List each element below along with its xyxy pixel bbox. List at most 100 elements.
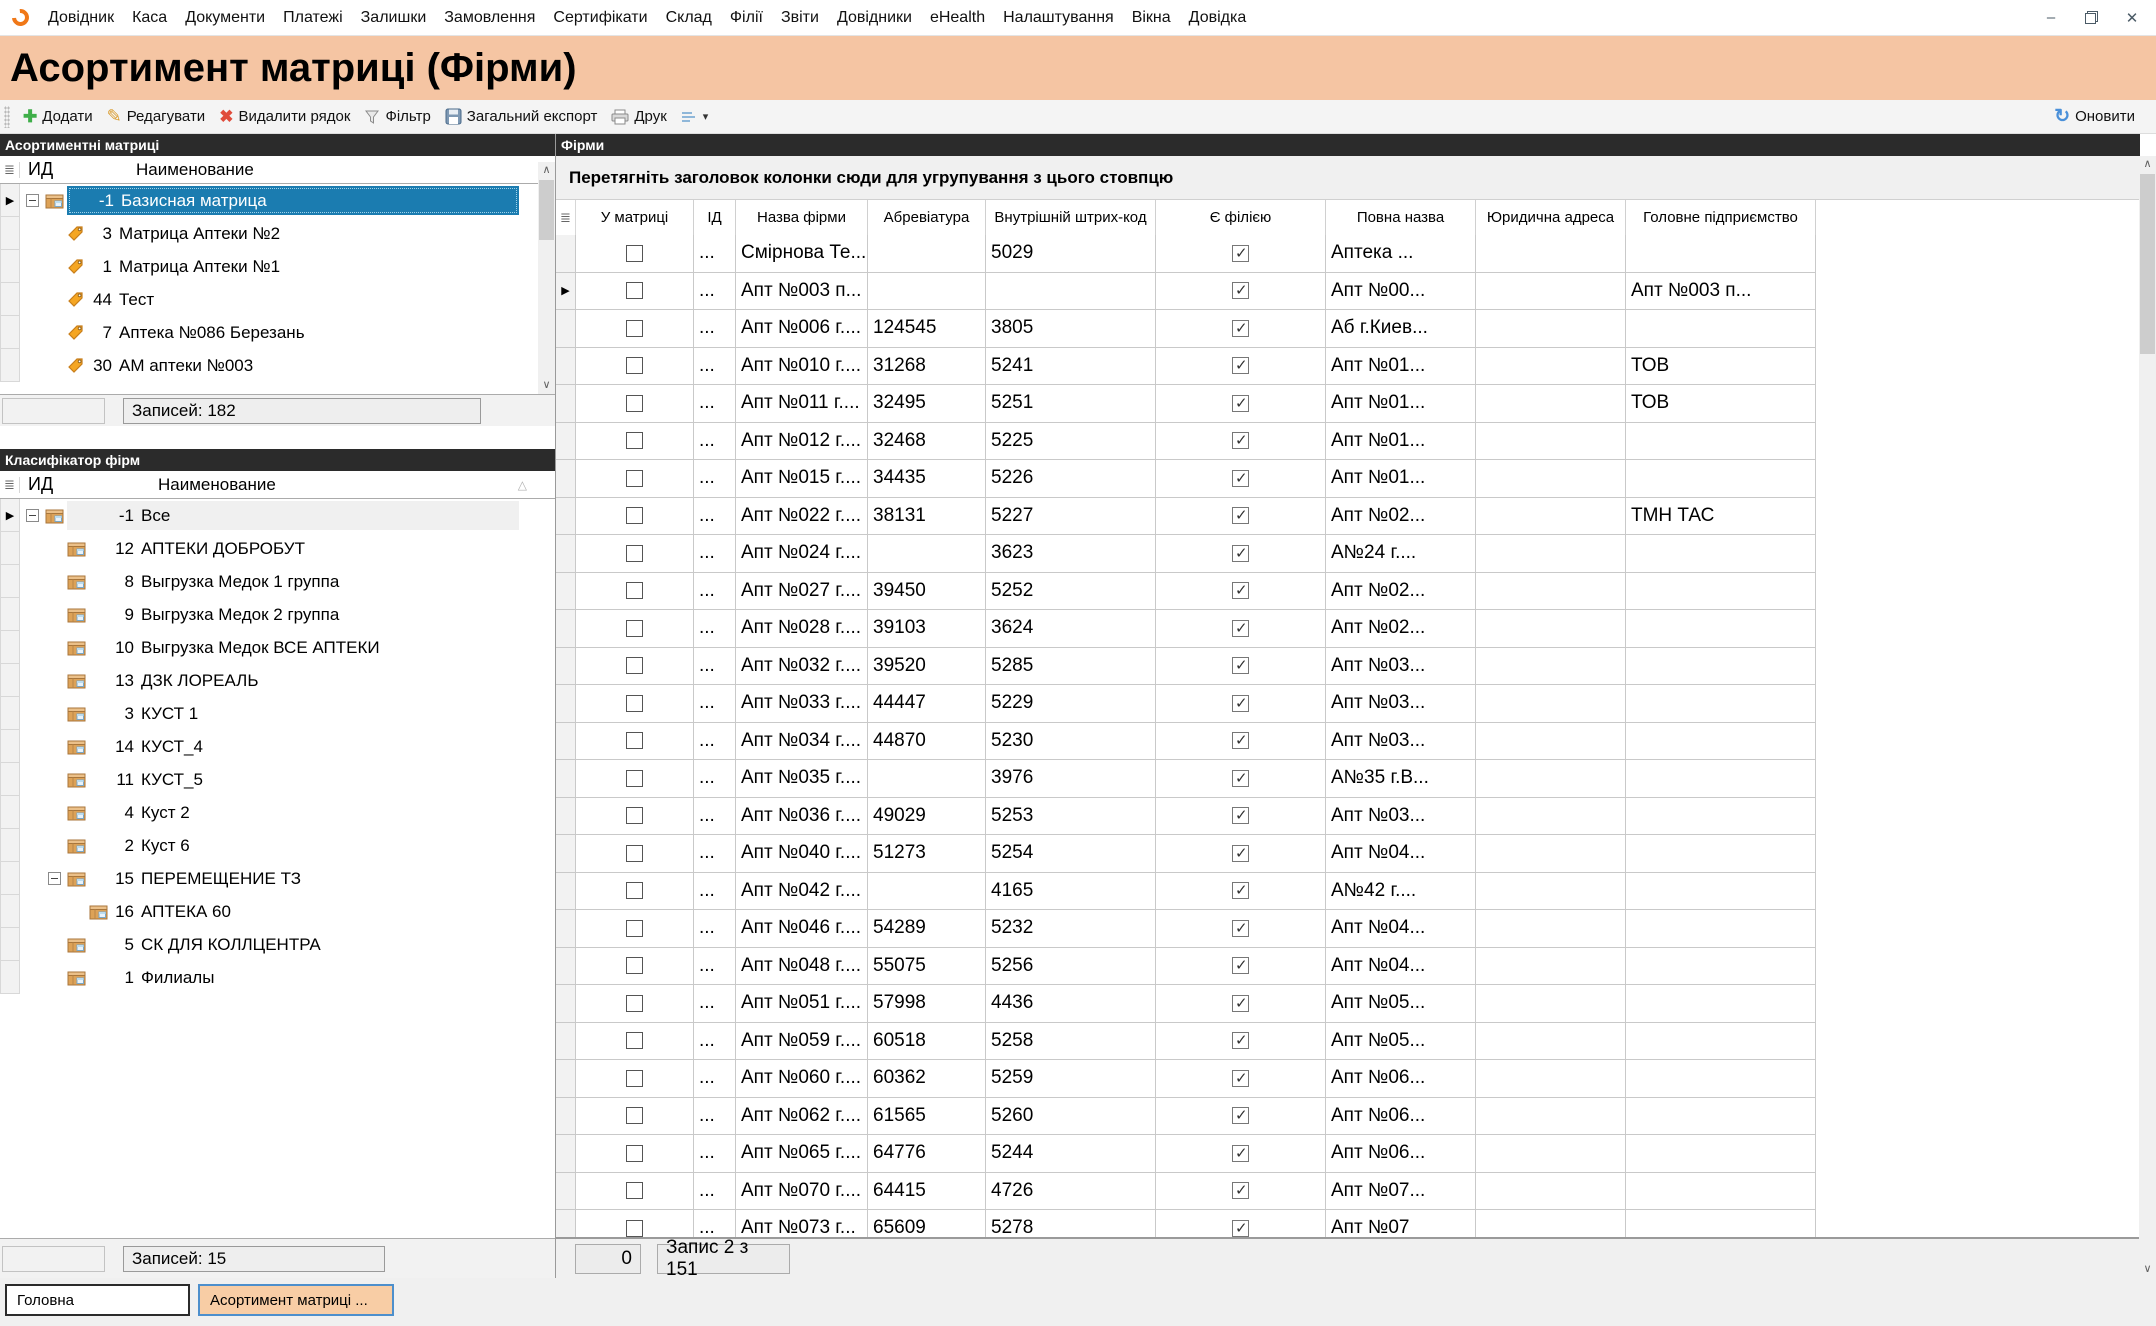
checkbox-checked[interactable] (1232, 882, 1249, 899)
add-button[interactable]: ✚ Додати (16, 103, 100, 131)
cell-id-ellipsis-button[interactable]: ... (694, 760, 736, 798)
menu-item-3[interactable]: Платежі (274, 3, 352, 33)
checkbox-checked[interactable] (1232, 1107, 1249, 1124)
cell-id-ellipsis-button[interactable]: ... (694, 1060, 736, 1098)
checkbox-unchecked[interactable] (626, 1220, 643, 1237)
cell-id-ellipsis-button[interactable]: ... (694, 835, 736, 873)
tree-item-label[interactable]: 1Филиалы (89, 963, 519, 992)
matrices-scrollbar[interactable]: ∧ ∨ (538, 162, 555, 394)
menu-item-5[interactable]: Замовлення (435, 3, 544, 33)
tree-row-6[interactable]: 3КУСТ 1 (0, 697, 555, 730)
grid-row-15[interactable]: ...Апт №036 г....490295253Апт №03... (556, 798, 2120, 836)
checkbox-unchecked[interactable] (626, 282, 643, 299)
cell-id-ellipsis-button[interactable]: ... (694, 235, 736, 273)
checkbox-unchecked[interactable] (626, 1032, 643, 1049)
grid-row-23[interactable]: ...Апт №062 г....615655260Апт №06... (556, 1098, 2120, 1136)
toolbar-grip[interactable] (4, 106, 10, 128)
cell-id-ellipsis-button[interactable]: ... (694, 648, 736, 686)
grid-row-10[interactable]: ...Апт №028 г....391033624Апт №02... (556, 610, 2120, 648)
checkbox-unchecked[interactable] (626, 770, 643, 787)
column-chooser-icon[interactable]: ≣ (556, 200, 576, 235)
checkbox-checked[interactable] (1232, 1182, 1249, 1199)
minimize-button[interactable]: – (2043, 9, 2059, 26)
checkbox-checked[interactable] (1232, 1220, 1249, 1237)
checkbox-checked[interactable] (1232, 657, 1249, 674)
checkbox-checked[interactable] (1232, 470, 1249, 487)
menu-item-4[interactable]: Залишки (352, 3, 436, 33)
checkbox-unchecked[interactable] (626, 545, 643, 562)
menu-item-8[interactable]: Філії (721, 3, 772, 33)
cell-id-ellipsis-button[interactable]: ... (694, 798, 736, 836)
tree-item-label[interactable]: 2Куст 6 (89, 831, 519, 860)
checkbox-unchecked[interactable] (626, 245, 643, 262)
grid-row-3[interactable]: ...Апт №010 г....312685241Апт №01...ТОВ (556, 348, 2120, 386)
grid-row-0[interactable]: ...Смірнова Те...5029Аптека ... (556, 235, 2120, 273)
grid-row-1[interactable]: ▶...Апт №003 п...Апт №00...Апт №003 п... (556, 273, 2120, 311)
print-button[interactable]: Друк (604, 104, 673, 129)
checkbox-unchecked[interactable] (626, 995, 643, 1012)
checkbox-checked[interactable] (1232, 357, 1249, 374)
menu-item-9[interactable]: Звіти (772, 3, 828, 33)
menu-item-0[interactable]: Довідник (39, 3, 123, 33)
scroll-thumb[interactable] (539, 180, 554, 240)
tab-assortment-matrix[interactable]: Асортимент матриці ... (198, 1284, 394, 1316)
menu-item-14[interactable]: Довідка (1180, 3, 1256, 33)
checkbox-unchecked[interactable] (626, 1182, 643, 1199)
grid-row-21[interactable]: ...Апт №059 г....605185258Апт №05... (556, 1023, 2120, 1061)
tree-row-1[interactable]: 3Матрица Аптеки №2 (0, 217, 555, 250)
tree-item-label[interactable]: -1Все (67, 501, 519, 530)
checkbox-checked[interactable] (1232, 1070, 1249, 1087)
scroll-down-icon[interactable]: ∨ (2139, 1261, 2156, 1278)
tree-row-2[interactable]: 8Выгрузка Медок 1 группа (0, 565, 555, 598)
checkbox-unchecked[interactable] (626, 395, 643, 412)
refresh-button[interactable]: ↻ Оновити (2047, 101, 2142, 132)
checkbox-checked[interactable] (1232, 582, 1249, 599)
column-id[interactable]: ИД (20, 474, 96, 495)
cell-id-ellipsis-button[interactable]: ... (694, 685, 736, 723)
checkbox-unchecked[interactable] (626, 732, 643, 749)
checkbox-checked[interactable] (1232, 507, 1249, 524)
tree-row-3[interactable]: 9Выгрузка Медок 2 группа (0, 598, 555, 631)
grid-row-13[interactable]: ...Апт №034 г....448705230Апт №03... (556, 723, 2120, 761)
cell-id-ellipsis-button[interactable]: ... (694, 1023, 736, 1061)
checkbox-checked[interactable] (1232, 995, 1249, 1012)
tree-row-12[interactable]: 16АПТЕКА 60 (0, 895, 555, 928)
grid-row-14[interactable]: ...Апт №035 г....3976А№35 г.В... (556, 760, 2120, 798)
grid-row-16[interactable]: ...Апт №040 г....512735254Апт №04... (556, 835, 2120, 873)
checkbox-unchecked[interactable] (626, 620, 643, 637)
menu-item-6[interactable]: Сертифікати (544, 3, 656, 33)
checkbox-checked[interactable] (1232, 957, 1249, 974)
cell-id-ellipsis-button[interactable]: ... (694, 385, 736, 423)
tree-row-0[interactable]: ▶-1Все (0, 499, 555, 532)
cell-id-ellipsis-button[interactable]: ... (694, 348, 736, 386)
filter-button[interactable]: Фільтр (357, 104, 437, 129)
tree-row-5[interactable]: 30АМ аптеки №003 (0, 349, 555, 382)
grid-column-header-3[interactable]: Абревіатура (868, 200, 986, 235)
checkbox-unchecked[interactable] (626, 695, 643, 712)
checkbox-unchecked[interactable] (626, 470, 643, 487)
grid-row-2[interactable]: ...Апт №006 г....1245453805Аб г.Киев... (556, 310, 2120, 348)
tree-item-label[interactable]: 30АМ аптеки №003 (87, 351, 519, 380)
cell-id-ellipsis-button[interactable]: ... (694, 873, 736, 911)
tree-item-label[interactable]: 13ДЗК ЛОРЕАЛЬ (89, 666, 519, 695)
checkbox-unchecked[interactable] (626, 845, 643, 862)
collapse-minus-icon[interactable] (48, 872, 61, 885)
column-chooser-icon[interactable]: ≣ (0, 162, 20, 178)
checkbox-unchecked[interactable] (626, 882, 643, 899)
tree-item-label[interactable]: 10Выгрузка Медок ВСЕ АПТЕКИ (89, 633, 519, 662)
restore-button[interactable] (2085, 11, 2098, 24)
grid-column-header-1[interactable]: ІД (694, 200, 736, 235)
tree-item-label[interactable]: 7Аптека №086 Березань (87, 318, 519, 347)
menu-item-11[interactable]: eHealth (921, 3, 994, 33)
tree-row-2[interactable]: 1Матрица Аптеки №1 (0, 250, 555, 283)
tree-item-label[interactable]: 9Выгрузка Медок 2 группа (89, 600, 519, 629)
tree-row-3[interactable]: 44Тест (0, 283, 555, 316)
cell-id-ellipsis-button[interactable]: ... (694, 1173, 736, 1211)
checkbox-checked[interactable] (1232, 807, 1249, 824)
tree-row-4[interactable]: 10Выгрузка Медок ВСЕ АПТЕКИ (0, 631, 555, 664)
checkbox-unchecked[interactable] (626, 920, 643, 937)
scroll-thumb[interactable] (2140, 174, 2155, 354)
edit-button[interactable]: ✎ Редагувати (100, 102, 213, 131)
close-button[interactable]: ✕ (2124, 9, 2140, 27)
tree-item-label[interactable]: -1Базисная матрица (67, 186, 519, 215)
